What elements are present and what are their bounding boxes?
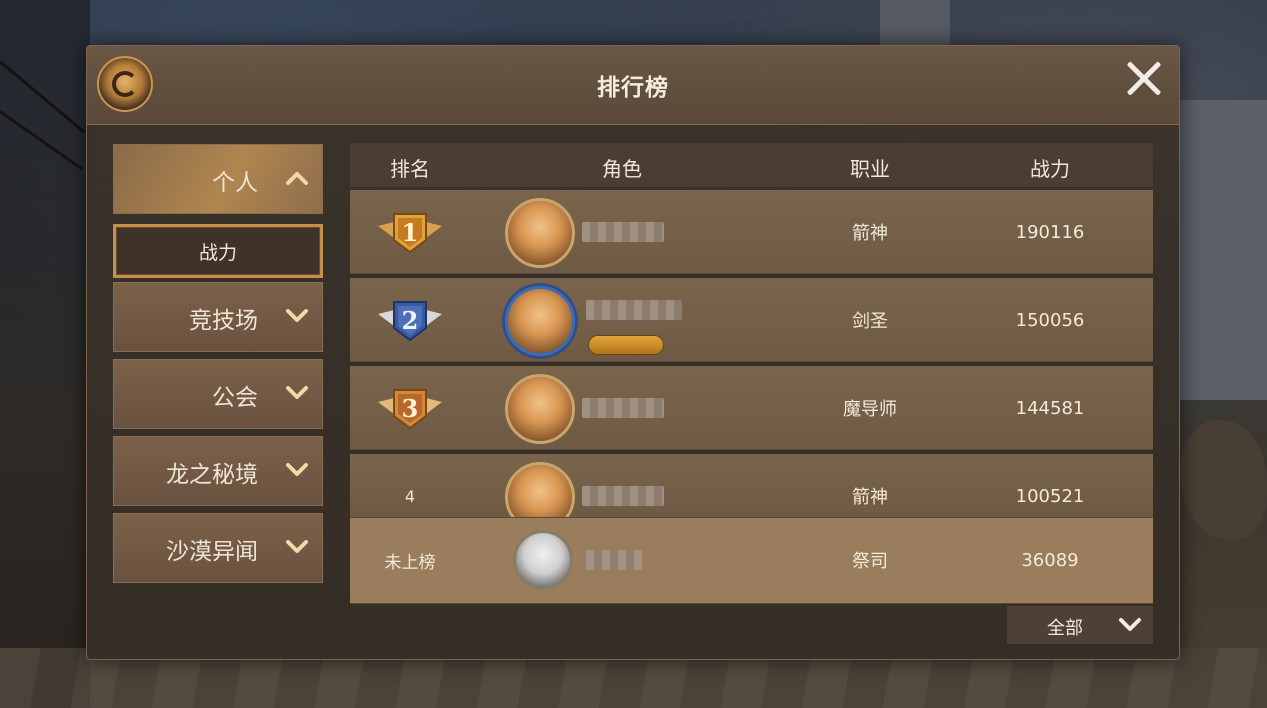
avatar[interactable] bbox=[505, 374, 575, 444]
table-row[interactable]: 3 魔导师 144581 bbox=[350, 366, 1153, 450]
page-title: 排行榜 bbox=[597, 75, 669, 101]
sidebar-item-arena[interactable]: 竞技场 bbox=[113, 282, 323, 352]
panel-header: 排行榜 bbox=[87, 46, 1179, 125]
class-name: 祭司 bbox=[852, 551, 888, 572]
sidebar-item-label: 个人 bbox=[212, 170, 258, 196]
column-header-power: 战力 bbox=[1030, 157, 1070, 181]
sidebar-subitem-power[interactable]: 战力 bbox=[113, 224, 323, 278]
class-name: 箭神 bbox=[852, 223, 888, 244]
close-button[interactable] bbox=[1125, 60, 1163, 98]
sidebar-item-dragon-realm[interactable]: 龙之秘境 bbox=[113, 436, 323, 506]
leaderboard-panel: 排行榜 个人 战力 竞技场 公会 龙之秘境 沙漠异闻 排名 角色 职业 战力 1… bbox=[86, 45, 1180, 660]
filter-dropdown[interactable]: 全部 bbox=[1007, 606, 1153, 644]
avatar[interactable] bbox=[513, 530, 573, 590]
player-name-redacted bbox=[586, 550, 642, 570]
player-name-redacted bbox=[582, 398, 664, 418]
table-row[interactable]: 2 剑圣 150056 bbox=[350, 278, 1153, 362]
background-rock bbox=[1180, 420, 1267, 540]
sidebar-item-label: 龙之秘境 bbox=[166, 462, 258, 488]
chevron-down-icon bbox=[286, 540, 308, 554]
background-ship bbox=[0, 0, 90, 708]
filter-selected-label: 全部 bbox=[1047, 618, 1083, 639]
chevron-down-icon bbox=[286, 463, 308, 477]
sidebar-item-personal[interactable]: 个人 bbox=[113, 144, 323, 214]
sidebar-item-desert-tales[interactable]: 沙漠异闻 bbox=[113, 513, 323, 583]
rank-number: 3 bbox=[401, 393, 419, 423]
power-value: 150056 bbox=[1015, 309, 1085, 331]
table-row[interactable]: 1 箭神 190116 bbox=[350, 190, 1153, 274]
rank-number: 2 bbox=[401, 305, 419, 335]
sidebar-item-label: 竞技场 bbox=[189, 308, 258, 334]
background-tower bbox=[880, 0, 950, 45]
class-name: 剑圣 bbox=[852, 311, 888, 332]
sidebar-subitem-label: 战力 bbox=[198, 241, 237, 264]
rank-number: 4 bbox=[404, 486, 416, 506]
table-row[interactable]: 4 箭神 100521 bbox=[350, 454, 1153, 518]
column-header-class: 职业 bbox=[850, 157, 890, 181]
avatar[interactable] bbox=[505, 286, 575, 356]
sidebar-item-label: 沙漠异闻 bbox=[166, 539, 258, 565]
class-name: 魔导师 bbox=[843, 399, 897, 420]
self-rank-row[interactable]: 未上榜 祭司 36089 bbox=[350, 518, 1153, 604]
power-value: 36089 bbox=[1021, 549, 1079, 571]
chevron-down-icon bbox=[286, 309, 308, 323]
power-value: 144581 bbox=[1015, 397, 1085, 419]
player-name-redacted bbox=[582, 222, 664, 242]
power-value: 190116 bbox=[1015, 221, 1085, 243]
rank-status: 未上榜 bbox=[384, 552, 436, 573]
sidebar-item-guild[interactable]: 公会 bbox=[113, 359, 323, 429]
power-value: 100521 bbox=[1015, 485, 1085, 507]
table-header: 排名 角色 职业 战力 bbox=[350, 143, 1153, 187]
chevron-down-icon bbox=[286, 386, 308, 400]
class-name: 箭神 bbox=[852, 487, 888, 508]
sidebar-item-label: 公会 bbox=[212, 385, 258, 411]
background-wall bbox=[1180, 100, 1267, 400]
player-name-redacted bbox=[582, 486, 664, 506]
player-name-redacted bbox=[586, 300, 682, 320]
rank-number: 1 bbox=[401, 217, 419, 247]
avatar[interactable] bbox=[505, 462, 575, 517]
column-header-role: 角色 bbox=[602, 157, 642, 181]
column-header-rank: 排名 bbox=[390, 157, 430, 181]
chevron-down-icon bbox=[1119, 618, 1141, 632]
title-badge bbox=[588, 335, 664, 355]
chevron-up-icon bbox=[286, 171, 308, 185]
avatar[interactable] bbox=[505, 198, 575, 268]
